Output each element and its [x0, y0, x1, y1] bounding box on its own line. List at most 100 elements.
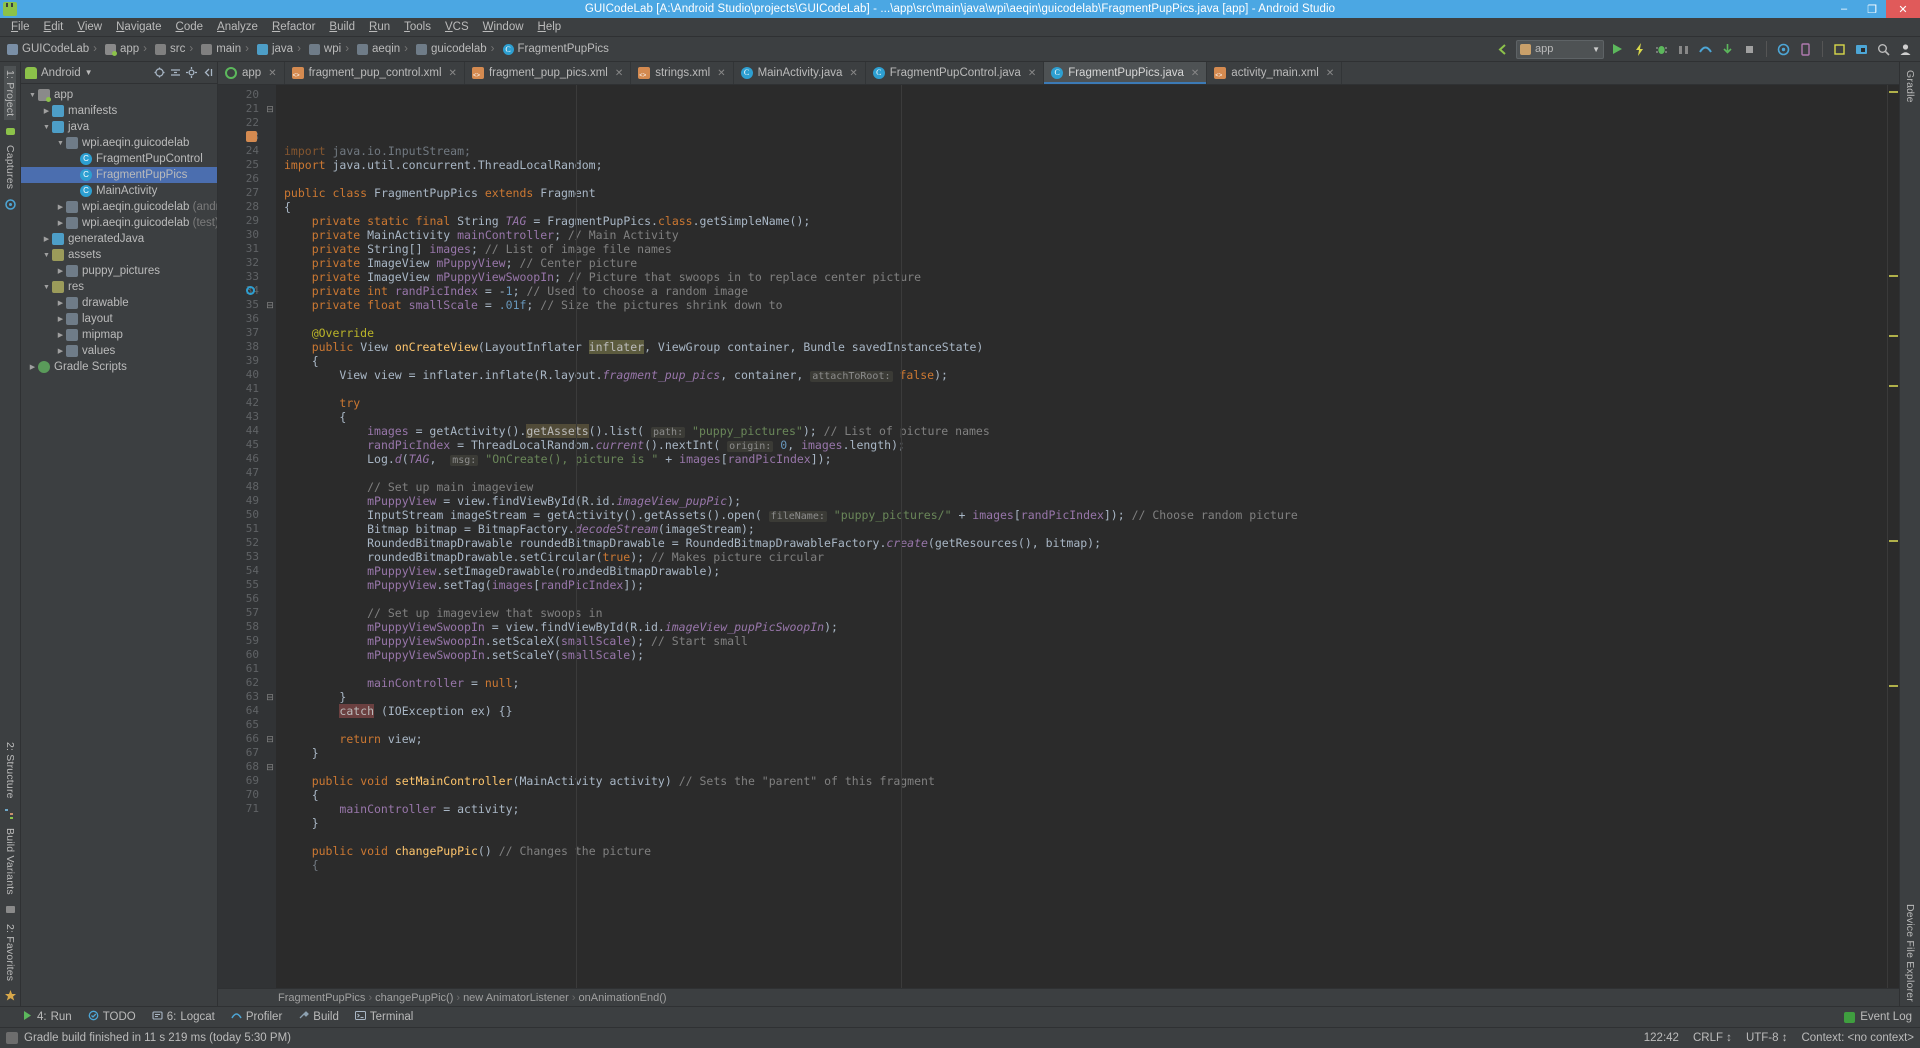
line-number[interactable]: 43	[218, 410, 264, 424]
menu-item-code[interactable]: Code	[169, 19, 211, 35]
line-number[interactable]: 33	[218, 270, 264, 284]
tree-item-wpi-aeqin-guicodelab[interactable]: ▶ wpi.aeqin.guicodelab (test)	[21, 215, 217, 231]
line-number[interactable]: 36	[218, 312, 264, 326]
maximize-button[interactable]: ❐	[1858, 0, 1886, 18]
line-number[interactable]: 52	[218, 536, 264, 550]
warning-marker[interactable]	[1889, 275, 1898, 277]
tree-item-gradle-scripts[interactable]: ▶ Gradle Scripts	[21, 359, 217, 375]
fold-toggle-icon[interactable]: ⊟	[264, 732, 276, 746]
code-line[interactable]: }	[276, 816, 1887, 830]
context-indicator[interactable]: Context: <no context>	[1801, 1032, 1914, 1044]
tree-item-app[interactable]: ▼ app	[21, 87, 217, 103]
bottom-tool-run[interactable]: 4: Run	[22, 1010, 72, 1024]
code-line[interactable]: mainController = activity;	[276, 802, 1887, 816]
project-panel-header[interactable]: Android ▼	[21, 62, 217, 84]
line-number[interactable]: 66	[218, 732, 264, 746]
code-line[interactable]: private static final String TAG = Fragme…	[276, 214, 1887, 228]
rail-item-structure[interactable]: 2: Structure	[4, 738, 16, 803]
chevron-down-icon[interactable]: ▼	[41, 252, 52, 259]
tree-item-fragmentpuppics[interactable]: C FragmentPupPics	[21, 167, 217, 183]
layout-inspector-icon[interactable]	[1831, 41, 1848, 58]
code-line[interactable]: {	[276, 788, 1887, 802]
breadcrumb-item-guicodelab[interactable]: GUICodeLab ›	[5, 43, 103, 55]
line-number[interactable]: 26	[218, 172, 264, 186]
code-line[interactable]: }	[276, 746, 1887, 760]
chevron-right-icon[interactable]: ▶	[27, 363, 38, 371]
toolbar-actions[interactable]: app ▼	[1494, 39, 1914, 59]
code-line[interactable]: mPuppyView.setImageDrawable(roundedBitma…	[276, 564, 1887, 578]
tree-item-res[interactable]: ▼ res	[21, 279, 217, 295]
code-line[interactable]: {	[276, 200, 1887, 214]
file-encoding[interactable]: UTF-8 ↕	[1746, 1032, 1788, 1044]
project-view-label[interactable]: Android	[41, 67, 81, 79]
line-number[interactable]: 32	[218, 256, 264, 270]
hide-panel-icon[interactable]	[202, 67, 213, 78]
code-line[interactable]: import java.util.concurrent.ThreadLocalR…	[276, 158, 1887, 172]
code-line[interactable]	[276, 718, 1887, 732]
rail-item-gradle[interactable]: Gradle	[1904, 66, 1916, 107]
menu-bar[interactable]: File Edit View Navigate Code Analyze Refactor B…	[0, 18, 1920, 37]
status-bar[interactable]: Gradle build finished in 11 s 219 ms (to…	[0, 1027, 1920, 1048]
warning-marker[interactable]	[1889, 91, 1898, 93]
chevron-down-icon[interactable]: ▼	[55, 140, 66, 147]
code-line[interactable]: catch (IOException ex) {}	[276, 704, 1887, 718]
menu-item-help[interactable]: Help	[531, 19, 569, 35]
line-number[interactable]: 40	[218, 368, 264, 382]
line-separator[interactable]: CRLF ↕	[1693, 1032, 1732, 1044]
editor-tab-strings-xml[interactable]: strings.xml ✕	[631, 62, 734, 84]
editor-tab-fragmentpupcontrol-java[interactable]: C FragmentPupControl.java ✕	[866, 62, 1045, 84]
line-number[interactable]: 45	[218, 438, 264, 452]
code-breadcrumb-item[interactable]: FragmentPupPics	[278, 992, 365, 1004]
code-line[interactable]: InputStream imageStream = getActivity().…	[276, 508, 1887, 522]
tree-item-mainactivity[interactable]: C MainActivity	[21, 183, 217, 199]
close-tab-icon[interactable]: ✕	[449, 68, 457, 79]
code-line[interactable]: {	[276, 858, 1887, 872]
breadcrumb-item-wpi[interactable]: wpi ›	[307, 43, 355, 55]
line-number[interactable]: 39	[218, 354, 264, 368]
code-line[interactable]: mPuppyViewSwoopIn.setScaleX(smallScale);…	[276, 634, 1887, 648]
code-line[interactable]: {	[276, 410, 1887, 424]
project-structure-icon[interactable]	[1853, 41, 1870, 58]
line-number[interactable]: 29	[218, 214, 264, 228]
close-tab-icon[interactable]: ✕	[268, 68, 276, 79]
code-line[interactable]: mPuppyViewSwoopIn = view.findViewById(R.…	[276, 620, 1887, 634]
profiler-icon[interactable]	[1697, 41, 1714, 58]
bottom-tool-todo[interactable]: TODO	[88, 1010, 136, 1024]
line-number[interactable]: 61	[218, 662, 264, 676]
chevron-down-icon[interactable]: ▼	[1592, 45, 1600, 54]
chevron-right-icon[interactable]: ▶	[55, 219, 66, 227]
line-number[interactable]: 20	[218, 88, 264, 102]
line-number[interactable]: 65	[218, 718, 264, 732]
chevron-down-icon[interactable]: ▼	[27, 92, 38, 99]
run-configuration-selector[interactable]: app ▼	[1516, 39, 1604, 59]
line-number[interactable]: 71	[218, 802, 264, 816]
navigation-toolbar[interactable]: GUICodeLab › app › src › main › java › wpi › aeqin › g…	[0, 37, 1920, 62]
code-line[interactable]: Log.d(TAG, msg: "OnCreate(), picture is …	[276, 452, 1887, 466]
breadcrumb-item-src[interactable]: src ›	[153, 43, 199, 55]
tree-item-puppy-pictures[interactable]: ▶ puppy_pictures	[21, 263, 217, 279]
editor-tab-fragmentpuppics-java[interactable]: C FragmentPupPics.java ✕	[1044, 62, 1208, 84]
line-number[interactable]: 53	[218, 550, 264, 564]
chevron-right-icon[interactable]: ▶	[55, 315, 66, 323]
apply-changes-icon[interactable]	[1631, 41, 1648, 58]
caret-position[interactable]: 122:42	[1644, 1032, 1679, 1044]
code-line[interactable]: private int randPicIndex = -1; // Used t…	[276, 284, 1887, 298]
code-line[interactable]: private float smallScale = .01f; // Size…	[276, 298, 1887, 312]
code-line[interactable]: public void setMainController(MainActivi…	[276, 774, 1887, 788]
breadcrumb-item-java[interactable]: java ›	[255, 43, 307, 55]
editor-tab-fragment-pup-pics-xml[interactable]: fragment_pup_pics.xml ✕	[465, 62, 632, 84]
fold-toggle-icon[interactable]: ⊟	[264, 102, 276, 116]
install-run-icon[interactable]	[1719, 41, 1736, 58]
tree-item-assets[interactable]: ▼ assets	[21, 247, 217, 263]
menu-item-navigate[interactable]: Navigate	[109, 19, 168, 35]
code-line[interactable]: // Set up imageview that swoops in	[276, 606, 1887, 620]
line-number[interactable]: 44	[218, 424, 264, 438]
fold-toggle-icon[interactable]: ⊟	[264, 690, 276, 704]
line-number[interactable]: 70	[218, 788, 264, 802]
code-line[interactable]: private ImageView mPuppyViewSwoopIn; // …	[276, 270, 1887, 284]
sdk-manager-icon[interactable]	[1775, 41, 1792, 58]
bottom-tool-window-bar[interactable]: 4: Run TODO 6: Logcat Profiler Build Terminal E…	[0, 1006, 1920, 1027]
warning-marker[interactable]	[1889, 685, 1898, 687]
line-number[interactable]: 57	[218, 606, 264, 620]
rail-item-build-variants[interactable]: Build Variants	[4, 824, 16, 899]
